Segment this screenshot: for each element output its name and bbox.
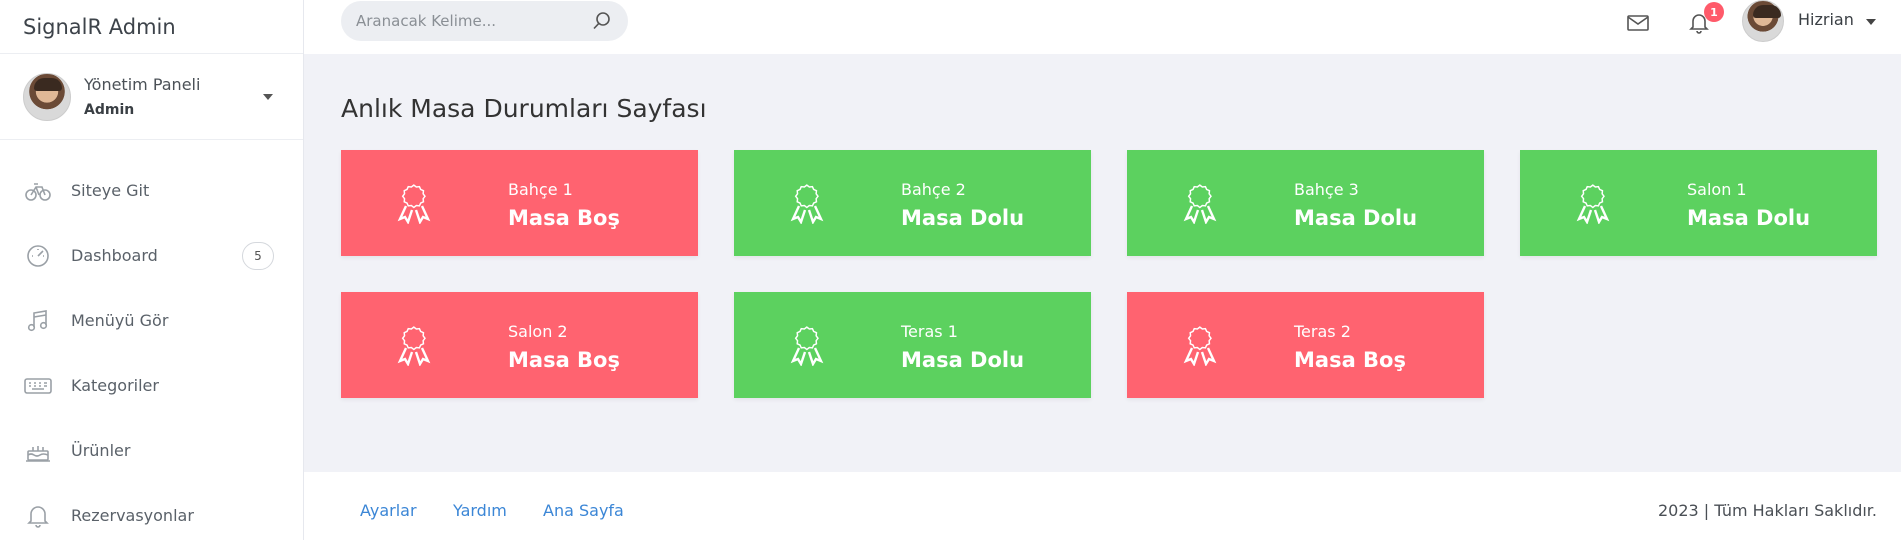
- chevron-down-icon[interactable]: [1866, 19, 1876, 25]
- table-card-bahce-3[interactable]: Bahçe 3 Masa Dolu: [1127, 150, 1484, 256]
- table-name: Salon 2: [508, 322, 568, 341]
- profile-title: Yönetim Paneli: [84, 75, 201, 94]
- page-title: Anlık Masa Durumları Sayfası: [341, 94, 707, 123]
- avatar: [23, 72, 71, 121]
- sidebar-item-products[interactable]: Ürünler: [0, 418, 303, 483]
- award-icon: [790, 326, 824, 366]
- sidebar-item-label: Ürünler: [71, 441, 131, 460]
- footer-link-help[interactable]: Yardım: [453, 501, 507, 520]
- sidebar-item-label: Siteye Git: [71, 181, 150, 200]
- table-name: Bahçe 1: [508, 180, 573, 199]
- table-status: Masa Boş: [508, 206, 620, 230]
- sidebar-nav: Siteye Git Dashboard 5 Menüyü Gör Katego…: [0, 140, 303, 540]
- search-input[interactable]: [356, 12, 576, 30]
- bicycle-icon: [25, 182, 51, 201]
- award-icon: [1576, 184, 1610, 224]
- footer-link-home[interactable]: Ana Sayfa: [543, 501, 624, 520]
- table-card-salon-2[interactable]: Salon 2 Masa Boş: [341, 292, 698, 398]
- sidebar-item-categories[interactable]: Kategoriler: [0, 353, 303, 418]
- table-card-teras-2[interactable]: Teras 2 Masa Boş: [1127, 292, 1484, 398]
- table-status: Masa Boş: [1294, 348, 1406, 372]
- profile-panel[interactable]: Yönetim Paneli Admin: [0, 54, 303, 140]
- profile-role: Admin: [84, 102, 135, 118]
- footer-link-settings[interactable]: Ayarlar: [360, 501, 417, 520]
- sidebar-item-label: Dashboard: [71, 246, 158, 265]
- table-card-bahce-1[interactable]: Bahçe 1 Masa Boş: [341, 150, 698, 256]
- user-avatar[interactable]: [1742, 0, 1784, 42]
- profile-text: Yönetim Paneli Admin: [84, 75, 200, 118]
- table-card-bahce-2[interactable]: Bahçe 2 Masa Dolu: [734, 150, 1091, 256]
- table-name: Salon 1: [1687, 180, 1747, 199]
- footer: Ayarlar Yardım Ana Sayfa 2023 | Tüm Hakl…: [304, 472, 1901, 540]
- table-status: Masa Dolu: [901, 348, 1025, 372]
- mail-icon[interactable]: [1626, 13, 1650, 33]
- sidebar-item-dashboard[interactable]: Dashboard 5: [0, 223, 303, 288]
- sidebar-item-menu[interactable]: Menüyü Gör: [0, 288, 303, 353]
- notification-badge: 1: [1704, 2, 1724, 22]
- count-badge: 5: [242, 242, 274, 270]
- sidebar-item-label: Rezervasyonlar: [71, 506, 194, 525]
- chevron-down-icon[interactable]: [263, 94, 273, 100]
- table-status: Masa Dolu: [901, 206, 1025, 230]
- keyboard-icon: [24, 377, 52, 394]
- sidebar-item-reservations[interactable]: Rezervasyonlar: [0, 483, 303, 540]
- sidebar: SignalR Admin Yönetim Paneli Admin Sitey…: [0, 0, 304, 540]
- award-icon: [1183, 326, 1217, 366]
- award-icon: [397, 326, 431, 366]
- app-title[interactable]: SignalR Admin: [0, 0, 303, 54]
- search-bar: [341, 1, 628, 41]
- table-name: Bahçe 3: [1294, 180, 1359, 199]
- top-header: 1 Hizrian: [304, 0, 1901, 54]
- table-name: Bahçe 2: [901, 180, 966, 199]
- gauge-icon: [27, 244, 49, 267]
- table-name: Teras 2: [1294, 322, 1351, 341]
- table-card-teras-1[interactable]: Teras 1 Masa Dolu: [734, 292, 1091, 398]
- table-name: Teras 1: [901, 322, 958, 341]
- table-card-salon-1[interactable]: Salon 1 Masa Dolu: [1520, 150, 1877, 256]
- search-icon[interactable]: [592, 11, 612, 31]
- award-icon: [397, 184, 431, 224]
- award-icon: [1183, 184, 1217, 224]
- bell-icon: [27, 505, 49, 528]
- sidebar-item-site[interactable]: Siteye Git: [0, 158, 303, 223]
- table-status: Masa Dolu: [1687, 206, 1811, 230]
- sidebar-item-label: Kategoriler: [71, 376, 159, 395]
- music-note-icon: [27, 309, 48, 331]
- award-icon: [790, 184, 824, 224]
- user-name[interactable]: Hizrian: [1798, 10, 1854, 29]
- cake-icon: [26, 445, 50, 462]
- copyright-text: 2023 | Tüm Hakları Saklıdır.: [1657, 501, 1877, 520]
- sidebar-item-label: Menüyü Gör: [71, 311, 169, 330]
- table-status: Masa Boş: [508, 348, 620, 372]
- notifications[interactable]: 1: [1684, 2, 1724, 43]
- table-status: Masa Dolu: [1294, 206, 1418, 230]
